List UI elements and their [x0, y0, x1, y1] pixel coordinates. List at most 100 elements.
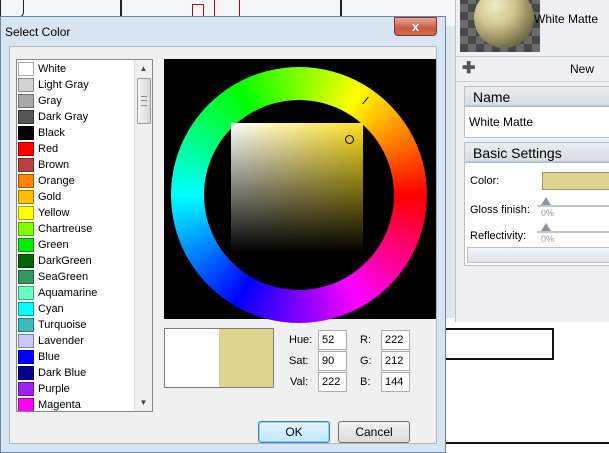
color-chip: [18, 334, 34, 348]
basic-settings-header[interactable]: Basic Settings: [464, 142, 609, 162]
background-drawing: [445, 318, 609, 453]
drawing-line: [445, 358, 553, 360]
color-chip: [18, 158, 34, 172]
color-name: Chartreuse: [38, 223, 93, 235]
hue-field[interactable]: [318, 330, 347, 350]
color-name: Lavender: [38, 335, 84, 347]
color-chip: [18, 142, 34, 156]
color-name: Gray: [38, 95, 62, 107]
color-chip: [18, 286, 34, 300]
color-list-item[interactable]: Gray: [18, 93, 136, 109]
color-list-item[interactable]: Red: [18, 141, 136, 157]
color-list-item[interactable]: Lavender: [18, 333, 136, 349]
b-label: B:: [360, 376, 371, 388]
r-label: R:: [360, 334, 371, 346]
color-chip: [18, 126, 34, 140]
settings-expand-bar[interactable]: [467, 247, 609, 263]
g-label: G:: [360, 355, 372, 367]
color-name: Black: [38, 127, 65, 139]
material-color-swatch[interactable]: [542, 172, 609, 190]
color-list-item[interactable]: SeaGreen: [18, 269, 136, 285]
reflectivity-slider-thumb[interactable]: [541, 223, 551, 231]
sat-field[interactable]: [318, 351, 347, 371]
color-list-item[interactable]: Black: [18, 125, 136, 141]
color-chip: [18, 110, 34, 124]
hue-label: Hue:: [289, 334, 313, 346]
new-material-button[interactable]: New: [570, 62, 594, 76]
color-chip: [18, 78, 34, 92]
b-field[interactable]: [381, 372, 410, 392]
scroll-down-icon[interactable]: ▼: [135, 394, 152, 411]
color-list-item[interactable]: Dark Blue: [18, 365, 136, 381]
color-list-item[interactable]: Green: [18, 237, 136, 253]
gloss-value: 0%: [541, 208, 555, 218]
color-name: Aquamarine: [38, 287, 98, 299]
material-preview-thumbnail[interactable]: [460, 0, 540, 52]
color-chip: [18, 350, 34, 364]
scrollbar-thumb[interactable]: [137, 78, 151, 124]
color-list-item[interactable]: Turquoise: [18, 317, 136, 333]
color-list-item[interactable]: Dark Gray: [18, 109, 136, 125]
color-preview-swatch: [164, 328, 274, 388]
color-list[interactable]: White Light Gray Gray Dark Gray Black Red Brow…: [16, 59, 153, 412]
dialog-title-bar[interactable]: Select Color x: [1, 17, 445, 45]
color-name: Blue: [38, 351, 61, 363]
color-name: DarkGreen: [38, 255, 92, 267]
color-list-item[interactable]: Chartreuse: [18, 221, 136, 237]
color-chip: [18, 318, 34, 332]
sat-label: Sat:: [289, 355, 309, 367]
close-button[interactable]: x: [394, 17, 437, 36]
gloss-slider-thumb[interactable]: [541, 197, 551, 205]
color-list-item[interactable]: Blue: [18, 349, 136, 365]
g-field[interactable]: [381, 351, 410, 371]
color-list-item[interactable]: White: [18, 61, 136, 77]
reflectivity-slider[interactable]: [537, 231, 609, 233]
color-list-item[interactable]: Orange: [18, 173, 136, 189]
color-list-item[interactable]: Brown: [18, 157, 136, 173]
cancel-button[interactable]: Cancel: [338, 421, 410, 443]
color-list-item[interactable]: Gold: [18, 189, 136, 205]
color-name: Red: [38, 143, 59, 155]
drawing-line: [445, 328, 553, 330]
color-name: White: [38, 63, 67, 75]
r-field[interactable]: [381, 330, 410, 350]
color-name: Light Gray: [38, 79, 89, 91]
color-chip: [18, 62, 34, 76]
color-chip: [18, 238, 34, 252]
color-list-item[interactable]: Aquamarine: [18, 285, 136, 301]
original-color: [165, 329, 219, 387]
color-list-item[interactable]: Light Gray: [18, 77, 136, 93]
material-name-field[interactable]: White Matte: [464, 106, 609, 138]
color-list-item[interactable]: Magenta: [18, 397, 136, 411]
dialog-title: Select Color: [5, 25, 71, 39]
color-list-item[interactable]: Purple: [18, 381, 136, 397]
drawing-line: [445, 442, 609, 444]
color-list-item[interactable]: Yellow: [18, 205, 136, 221]
gloss-finish-slider[interactable]: [537, 205, 609, 207]
select-color-dialog: Select Color x White Light Gray Gray Dark G…: [0, 16, 446, 453]
color-chip: [18, 254, 34, 268]
ok-button[interactable]: OK: [258, 421, 330, 443]
color-list-item[interactable]: Cyan: [18, 301, 136, 317]
color-name: Green: [38, 239, 69, 251]
color-chip: [18, 222, 34, 236]
color-chip: [18, 382, 34, 396]
selected-color: [219, 329, 273, 387]
scroll-up-icon[interactable]: ▲: [135, 60, 152, 77]
drawing-line: [552, 328, 554, 360]
val-label: Val:: [290, 376, 309, 388]
color-name: Yellow: [38, 207, 70, 219]
val-field[interactable]: [318, 372, 347, 392]
color-name: Dark Blue: [38, 367, 87, 379]
color-chip: [18, 366, 34, 380]
new-material-row[interactable]: ✚ New: [456, 56, 609, 82]
color-chip: [18, 302, 34, 316]
color-wheel-panel: [164, 59, 436, 323]
name-section-header[interactable]: Name: [464, 86, 609, 106]
color-list-item[interactable]: DarkGreen: [18, 253, 136, 269]
sv-cursor[interactable]: [345, 135, 355, 145]
saturation-value-square[interactable]: [231, 123, 363, 253]
list-scrollbar[interactable]: ▲ ▼: [134, 60, 152, 411]
material-thumbnail-label: White Matte: [534, 12, 599, 26]
add-icon[interactable]: ✚: [462, 61, 478, 77]
